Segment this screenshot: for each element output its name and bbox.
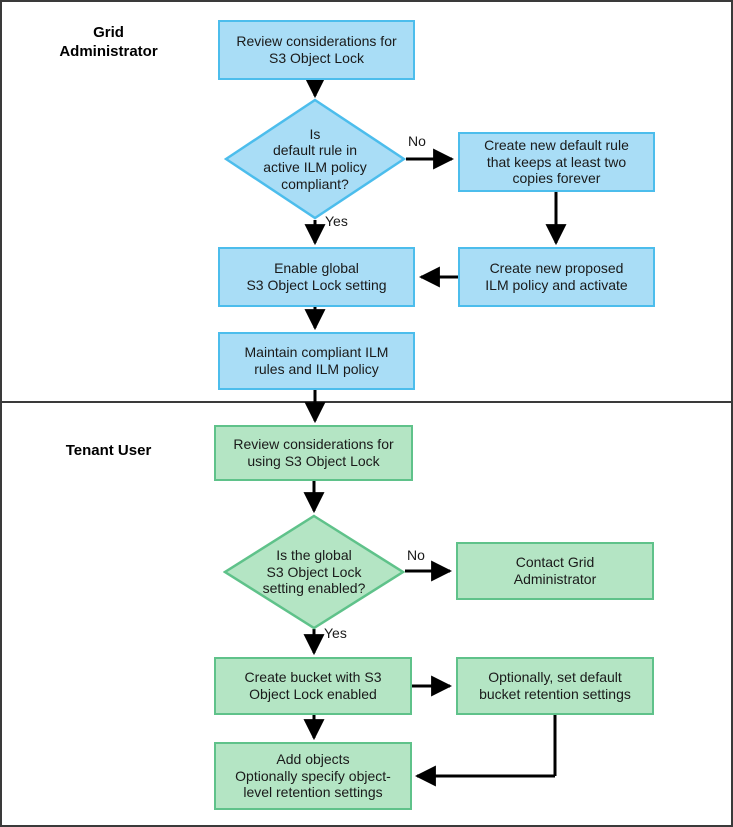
node-default-rule-compliant-label: Is default rule in active ILM policy com… (263, 125, 367, 192)
edge-label-admin-no: No (408, 133, 426, 149)
node-enable-global-setting[interactable]: Enable global S3 Object Lock setting (218, 247, 415, 307)
swimlane-label-tenant-user: Tenant User (65, 442, 152, 459)
swimlane-label-grid-administrator: Grid Administrator (59, 24, 158, 60)
edge-label-tenant-no: No (407, 547, 425, 563)
node-global-setting-enabled-label: Is the global S3 Object Lock setting ena… (262, 547, 366, 597)
flowchart-canvas: Grid Administrator Tenant User Review co… (0, 0, 733, 827)
node-review-considerations[interactable]: Review considerations for S3 Object Lock (218, 20, 415, 80)
node-create-new-proposed-policy[interactable]: Create new proposed ILM policy and activ… (458, 247, 655, 307)
swimlane-divider (2, 401, 731, 403)
edge-label-tenant-yes: Yes (324, 625, 347, 641)
node-contact-grid-administrator[interactable]: Contact Grid Administrator (456, 542, 654, 600)
node-create-new-default-rule[interactable]: Create new default rule that keeps at le… (458, 132, 655, 192)
node-review-considerations-tenant[interactable]: Review considerations for using S3 Objec… (214, 425, 413, 481)
node-global-setting-enabled-decision[interactable]: Is the global S3 Object Lock setting ena… (223, 514, 405, 630)
node-add-objects[interactable]: Add objects Optionally specify object- l… (214, 742, 412, 810)
node-create-bucket[interactable]: Create bucket with S3 Object Lock enable… (214, 657, 412, 715)
node-maintain-compliant-ilm[interactable]: Maintain compliant ILM rules and ILM pol… (218, 332, 415, 390)
edge-label-admin-yes: Yes (325, 213, 348, 229)
node-optional-bucket-retention[interactable]: Optionally, set default bucket retention… (456, 657, 654, 715)
node-default-rule-compliant-decision[interactable]: Is default rule in active ILM policy com… (224, 98, 406, 220)
